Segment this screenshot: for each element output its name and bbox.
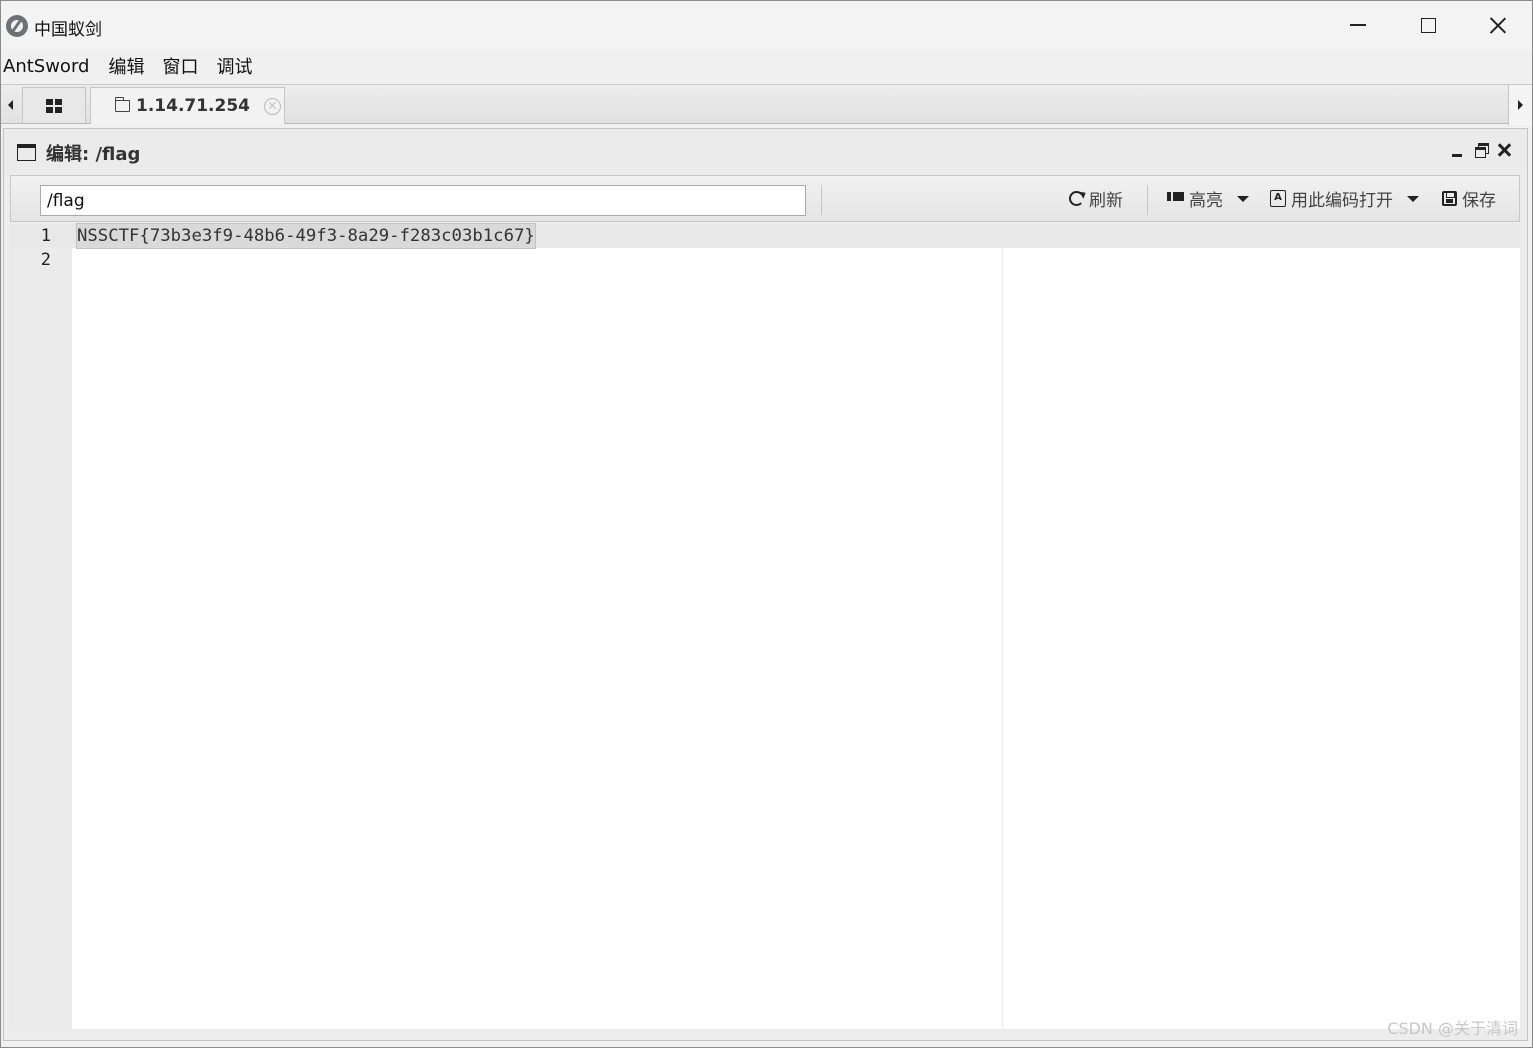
line-text[interactable]: NSSCTF{73b3e3f9-48b6-49f3-8a29-f283c03b1… <box>76 223 536 249</box>
list-icon <box>1167 191 1184 206</box>
menu-antsword[interactable]: AntSword <box>3 56 98 77</box>
save-button[interactable]: 保存 <box>1442 176 1496 221</box>
line-number-gutter <box>10 224 72 1029</box>
print-margin <box>1002 248 1003 1029</box>
maximize-icon <box>1420 17 1436 33</box>
maximize-button[interactable] <box>1393 1 1463 49</box>
editor-toolbar: 刷新 高亮 A 用此编码打开 保存 <box>10 175 1520 222</box>
app-window: 中国蚁剑 AntSword 编辑 窗口 调试 1.14.71.254 编辑: /… <box>0 0 1533 1048</box>
panel-header: 编辑: /flag <box>4 129 1527 173</box>
menu-edit[interactable]: 编辑 <box>108 53 153 79</box>
editor-panel: 编辑: /flag 刷新 高亮 A 用此编码打开 <box>3 128 1528 1041</box>
panel-title: 编辑: /flag <box>46 144 141 165</box>
code-editor[interactable]: 1 NSSCTF{73b3e3f9-48b6-49f3-8a29-f283c03… <box>10 223 1520 1029</box>
save-icon <box>1442 191 1457 206</box>
panel-close-icon[interactable] <box>1497 142 1513 158</box>
caret-down-icon <box>1237 195 1249 202</box>
save-label: 保存 <box>1462 191 1496 211</box>
line-number: 1 <box>40 226 51 246</box>
panel-restore-icon[interactable] <box>1474 142 1490 158</box>
minimize-icon <box>1350 24 1366 26</box>
panel-minimize-icon[interactable] <box>1450 142 1466 158</box>
menu-bar: AntSword 编辑 窗口 调试 <box>1 49 1532 83</box>
open-with-encoding-dropdown[interactable]: A 用此编码打开 <box>1270 176 1419 221</box>
highlight-label: 高亮 <box>1189 191 1223 211</box>
refresh-icon <box>1069 191 1084 206</box>
grid-icon <box>46 98 62 113</box>
path-input[interactable] <box>40 185 806 216</box>
antsword-logo-icon <box>6 15 28 37</box>
highlight-dropdown[interactable]: 高亮 <box>1167 176 1249 221</box>
menu-debug[interactable]: 调试 <box>216 53 261 79</box>
encoding-icon: A <box>1270 190 1286 207</box>
editor-line[interactable]: 1 NSSCTF{73b3e3f9-48b6-49f3-8a29-f283c03… <box>10 223 1520 249</box>
caret-down-icon <box>1407 195 1419 202</box>
close-window-button[interactable] <box>1463 1 1533 49</box>
tab-scroll-right-button[interactable] <box>1508 85 1532 125</box>
watermark: CSDN @关于清词 <box>1387 1019 1518 1038</box>
toolbar-separator <box>1147 185 1148 215</box>
minimize-button[interactable] <box>1323 1 1393 49</box>
triangle-right-icon <box>1518 100 1523 110</box>
title-bar: 中国蚁剑 <box>1 1 1532 49</box>
editor-line[interactable]: 2 <box>10 248 1520 272</box>
line-number: 2 <box>40 250 51 270</box>
tab-home[interactable] <box>22 87 86 123</box>
menu-window[interactable]: 窗口 <box>162 53 207 79</box>
refresh-button[interactable]: 刷新 <box>1069 176 1123 221</box>
encoding-label: 用此编码打开 <box>1291 191 1393 211</box>
tab-bar: 1.14.71.254 <box>1 84 1532 125</box>
window-icon <box>17 144 36 161</box>
close-icon <box>1489 16 1507 34</box>
triangle-left-icon <box>7 100 13 110</box>
window-title: 中国蚁剑 <box>34 20 102 40</box>
tab-connection-label: 1.14.71.254 <box>136 96 251 116</box>
refresh-label: 刷新 <box>1089 191 1123 211</box>
tab-connection[interactable]: 1.14.71.254 <box>90 87 285 124</box>
folder-icon <box>114 97 130 112</box>
toolbar-separator <box>821 185 822 215</box>
tab-scroll-left-button[interactable] <box>1 85 19 125</box>
tab-close-icon[interactable] <box>264 97 282 115</box>
